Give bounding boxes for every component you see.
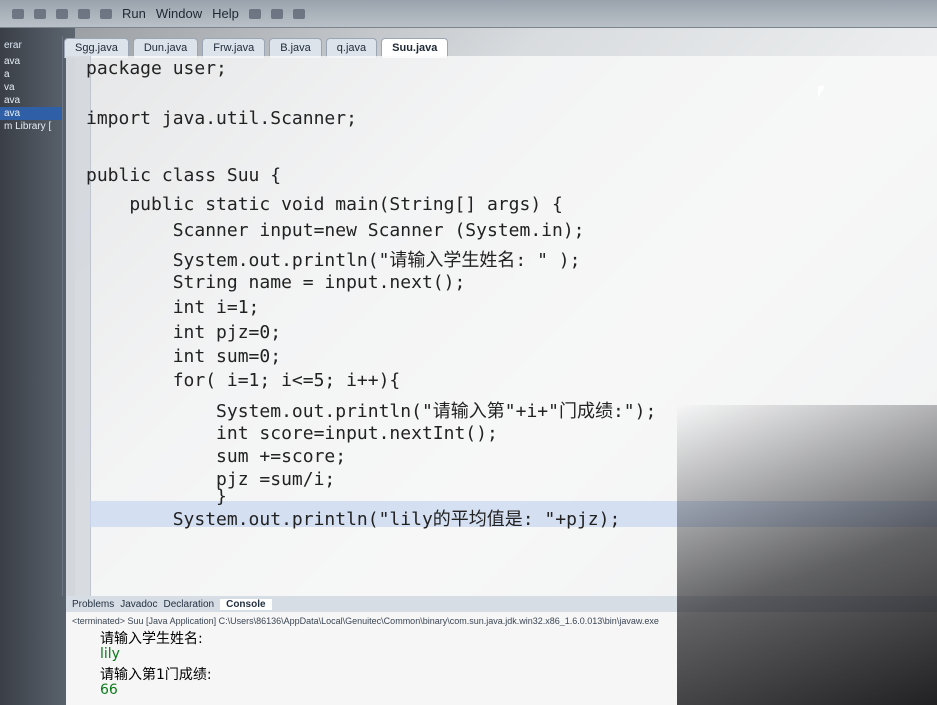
console-line: 请输入学生姓名:: [100, 631, 203, 647]
package-explorer-title: erar: [4, 40, 22, 51]
console-line: 请输入第1门成绩:: [100, 667, 212, 683]
tab-sgg[interactable]: Sgg.java: [64, 38, 129, 58]
tab-dun[interactable]: Dun.java: [132, 38, 199, 58]
code-line: System.out.println("lily的平均值是: "+pjz);: [86, 509, 621, 530]
code-line: String name = input.next();: [86, 272, 466, 293]
code-line: import java.util.Scanner;: [86, 108, 357, 129]
code-line: Scanner input=new Scanner (System.in);: [86, 220, 585, 241]
console-line: lily: [100, 646, 120, 662]
menu-bar: Run Window Help: [0, 0, 937, 28]
code-line: int sum=0;: [86, 346, 282, 367]
toolbar-icon[interactable]: [270, 8, 283, 19]
tab-problems[interactable]: Problems: [72, 599, 114, 610]
code-line: public static void main(String[] args) {: [86, 194, 563, 215]
toolbar-icon[interactable]: [12, 8, 24, 19]
menu-help[interactable]: Help: [212, 6, 239, 21]
explorer-item[interactable]: m Library [: [0, 120, 62, 133]
tab-declaration[interactable]: Declaration: [164, 599, 215, 610]
menu-window[interactable]: Window: [156, 6, 202, 21]
code-line: }: [86, 486, 227, 507]
explorer-item[interactable]: ava: [0, 94, 62, 107]
toolbar-icon[interactable]: [248, 8, 261, 19]
tab-b[interactable]: B.java: [269, 38, 322, 58]
code-line: for( i=1; i<=5; i++){: [86, 370, 401, 391]
toolbar-icon[interactable]: [56, 8, 68, 19]
code-line: sum +=score;: [86, 446, 347, 467]
toolbar-icon[interactable]: [100, 8, 112, 19]
tab-frw[interactable]: Frw.java: [202, 38, 266, 58]
code-line: public class Suu {: [86, 165, 282, 186]
code-line: int score=input.nextInt();: [86, 423, 498, 444]
code-line: int i=1;: [86, 297, 260, 318]
photo-shadow: [677, 405, 937, 705]
toolbar-icon[interactable]: [78, 8, 90, 19]
toolbar-icon[interactable]: [34, 8, 46, 19]
explorer-item-selected[interactable]: ava: [0, 107, 62, 120]
tab-javadoc[interactable]: Javadoc: [120, 599, 157, 610]
toolbar-icon[interactable]: [292, 8, 305, 19]
explorer-item[interactable]: va: [0, 81, 62, 94]
code-line: System.out.println("请输入第"+i+"门成绩:");: [86, 401, 657, 422]
explorer-item[interactable]: ava: [0, 55, 62, 68]
code-line: System.out.println("请输入学生姓名: " );: [86, 250, 581, 271]
editor-tabs: Sgg.java Dun.java Frw.java B.java q.java…: [64, 32, 934, 58]
tab-suu[interactable]: Suu.java: [381, 38, 449, 58]
console-line: 66: [100, 682, 118, 698]
tab-q[interactable]: q.java: [325, 38, 378, 58]
photo-frame: Run Window Help erar ava a va ava ava m …: [0, 0, 937, 705]
mouse-cursor-icon: [818, 86, 825, 98]
tab-console[interactable]: Console: [220, 598, 272, 610]
menu-run[interactable]: Run: [122, 6, 146, 21]
explorer-item[interactable]: a: [0, 68, 62, 81]
code-line: package user;: [86, 58, 227, 79]
code-line: int pjz=0;: [86, 322, 282, 343]
package-explorer: erar ava a va ava ava m Library [: [0, 36, 63, 596]
